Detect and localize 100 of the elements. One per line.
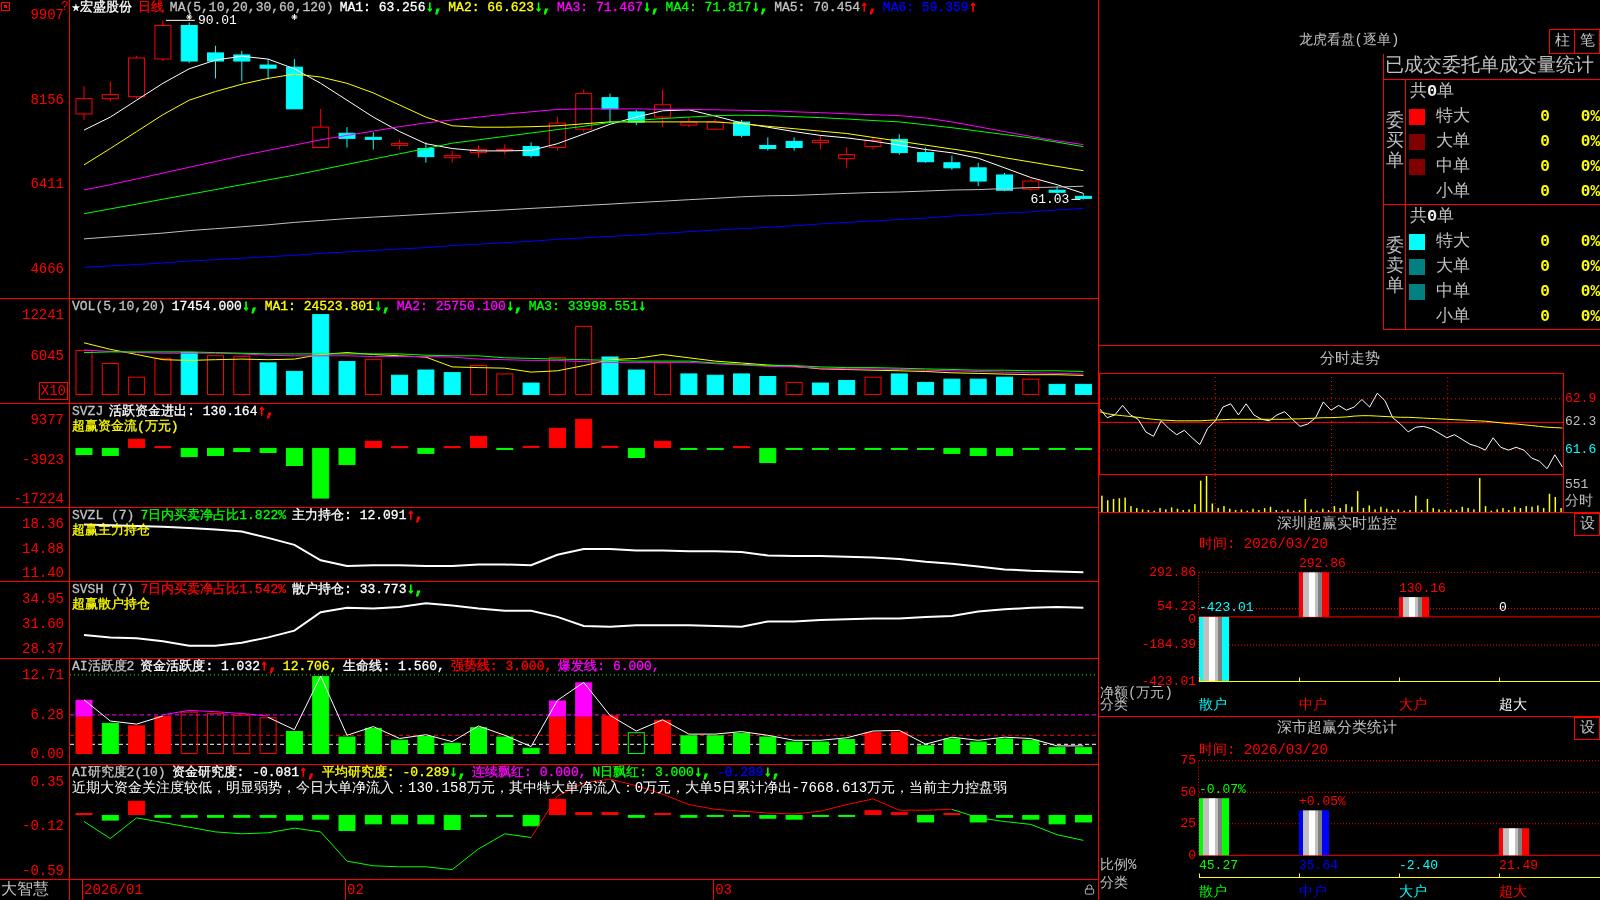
- legend-text: 12.706,: [282, 659, 338, 674]
- indicator-bar: [996, 447, 1013, 456]
- order-total: 共0单: [1410, 207, 1455, 227]
- axis-tick-label: 8156: [30, 92, 64, 107]
- settings-button[interactable]: 设: [1574, 717, 1600, 740]
- indicator-bar: [338, 447, 356, 466]
- candle: [680, 116, 698, 128]
- trend-arrow: ↑,: [257, 404, 275, 419]
- candle: [522, 141, 540, 159]
- legend-text: SVZJ: [72, 404, 104, 419]
- candle: [1074, 192, 1092, 200]
- candle: [864, 136, 882, 151]
- indicator-bar: [654, 813, 672, 816]
- order-percent: 0%: [1579, 256, 1600, 277]
- indicator-bar: [391, 814, 409, 825]
- indicator-bar: [470, 814, 487, 817]
- panel-title: 深圳超赢实时监控: [1275, 514, 1398, 535]
- axis-tick-label: 6.28: [30, 707, 64, 722]
- candle: [101, 80, 119, 103]
- size-label: 特大: [1436, 106, 1471, 127]
- candle: [759, 136, 777, 152]
- axis-tick-label: 62.3: [1565, 415, 1597, 430]
- indicator-bar: [917, 814, 935, 823]
- axis-tick-label: 14.88: [22, 541, 64, 556]
- trend-arrow: ↓,: [693, 765, 711, 780]
- indicator-bar: [943, 447, 961, 454]
- order-percent: 0%: [1579, 181, 1600, 202]
- time-label: 时间: 2026/03/20: [1199, 536, 1328, 552]
- order-count: 0: [1539, 281, 1551, 302]
- trend-arrow: ↑,: [260, 659, 277, 674]
- indicator-bar: [128, 800, 146, 815]
- candle: [75, 85, 93, 121]
- axis-tick-label: 75: [1180, 753, 1196, 769]
- indicator-bar: [154, 814, 172, 818]
- axis-tick-label: 54.23: [1157, 598, 1196, 614]
- panel-title: 分时走势: [1319, 350, 1380, 369]
- indicator-bar: [654, 440, 672, 448]
- indicator-bar: [627, 814, 645, 818]
- candle: [180, 21, 198, 64]
- indicator-bar: [207, 814, 224, 818]
- indicator-bar: [996, 814, 1013, 818]
- axis-tick-label: 9907: [30, 8, 64, 23]
- indicator-bar: [706, 814, 724, 817]
- candle: [838, 147, 856, 169]
- size-label: 大单: [1436, 256, 1471, 277]
- indicator-bar: [759, 447, 777, 463]
- indicator-bar: [180, 447, 198, 458]
- value-label: 21.49: [1499, 857, 1538, 873]
- indicator-bar: [364, 440, 382, 448]
- trend-arrow: ↑,: [860, 0, 877, 15]
- legend-text: VOL(5,10,20): [72, 299, 166, 314]
- size-label: 中单: [1436, 281, 1471, 302]
- change-label: +0.05%: [1299, 793, 1346, 809]
- legend-text: 资金活跃度: 1.032: [140, 659, 260, 674]
- axis-tick-label: -0.59: [22, 863, 64, 878]
- axis-tick-label: -17224: [13, 491, 64, 506]
- legend-text: MA5: 70.454: [774, 0, 861, 15]
- value-label: 0: [1499, 600, 1507, 616]
- price-label: 61.03: [1030, 191, 1070, 207]
- value-label: 130.16: [1399, 580, 1446, 596]
- axis-tick-label: 0.00: [30, 747, 64, 761]
- legend-text: AI研究度2(10): [72, 765, 166, 780]
- bar: [1199, 616, 1229, 682]
- indicator-bar: [548, 427, 566, 448]
- bar: [1399, 597, 1429, 617]
- candle: [233, 50, 251, 82]
- mode-button[interactable]: 笔: [1574, 29, 1600, 54]
- axis-tick-label: 31.60: [22, 617, 64, 632]
- candle: [338, 126, 356, 149]
- volume-max-label: 551: [1565, 477, 1590, 493]
- asterisk-icon: [290, 13, 298, 21]
- indicator-bar: [969, 814, 987, 823]
- indicator-bar: [864, 810, 882, 815]
- size-label: 中单: [1436, 156, 1471, 177]
- settings-button[interactable]: 设: [1574, 513, 1600, 536]
- mode-button[interactable]: 柱: [1549, 29, 1575, 54]
- indicator-bar: [1048, 447, 1066, 450]
- indicator-bar: [548, 798, 566, 815]
- legend-text: 7日内买卖净占比1.542%: [140, 582, 287, 597]
- unit-badge: X10: [38, 382, 68, 400]
- indicator-bar: [364, 814, 382, 825]
- legend-text: MA3: 33998.551: [528, 299, 638, 314]
- indicator-bar: [259, 814, 277, 818]
- axis-tick-label: 0: [1188, 847, 1196, 863]
- legend-text: -0.289: [716, 765, 764, 780]
- indicator-bar: [1022, 814, 1040, 820]
- trend-arrow: ↓,: [425, 0, 443, 15]
- candle: [391, 138, 409, 151]
- indicator-bar: [285, 447, 303, 466]
- candle: [890, 133, 908, 156]
- indicator-bar: [285, 814, 303, 821]
- legend-text: MA1: 63.256: [339, 0, 426, 15]
- legend-text: 强势线: 3.000,: [450, 659, 553, 674]
- axis-tick-label: 62.9: [1565, 391, 1597, 406]
- panel-title: 深市超赢分类统计: [1275, 718, 1398, 739]
- time-label: 时间: 2026/03/20: [1199, 742, 1328, 758]
- indicator-bar: [917, 447, 935, 450]
- indicator-bar: [680, 447, 698, 450]
- axis-tick-label: 28.37: [22, 642, 64, 657]
- panel-title: 龙虎看盘(逐单): [1297, 32, 1401, 50]
